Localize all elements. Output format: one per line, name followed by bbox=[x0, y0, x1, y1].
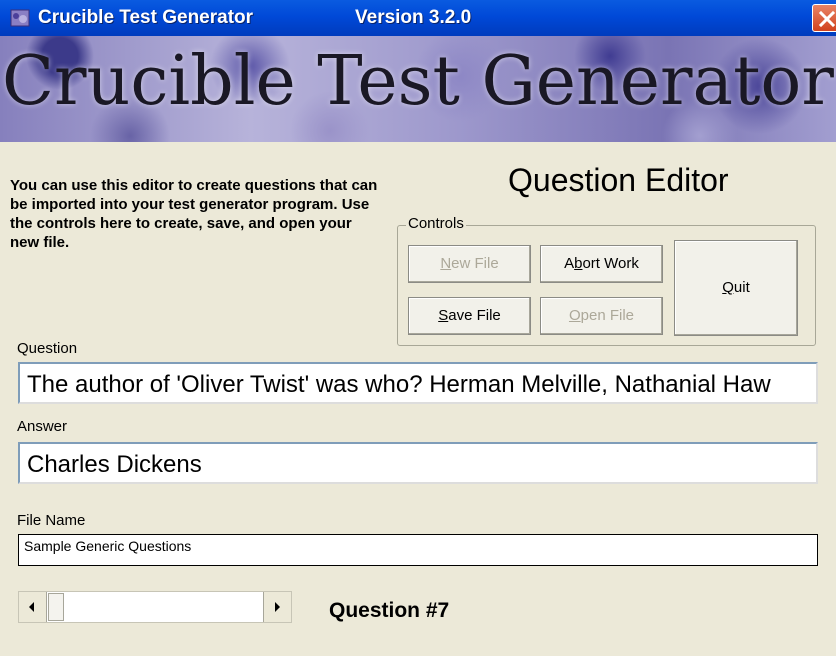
question-scrollbar[interactable] bbox=[18, 591, 292, 623]
quit-button[interactable]: Quit bbox=[674, 240, 798, 336]
arrow-right-icon bbox=[275, 602, 280, 612]
title-bar[interactable]: Crucible Test Generator Version 3.2.0 bbox=[0, 0, 836, 36]
answer-label: Answer bbox=[17, 418, 68, 435]
scroll-right-button[interactable] bbox=[263, 592, 291, 622]
new-file-button[interactable]: New File bbox=[408, 245, 531, 283]
save-file-label: Save File bbox=[438, 307, 501, 324]
page-title: Question Editor bbox=[508, 162, 729, 198]
question-number: Question #7 bbox=[329, 599, 450, 622]
editor-description: You can use this editor to create questi… bbox=[10, 177, 378, 251]
banner-image: Crucible Test Generator bbox=[0, 36, 836, 142]
window-title: Crucible Test Generator bbox=[38, 7, 254, 28]
save-file-button[interactable]: Save File bbox=[408, 297, 531, 335]
scroll-thumb[interactable] bbox=[48, 593, 64, 621]
open-file-button[interactable]: Open File bbox=[540, 297, 663, 335]
banner-title: Crucible Test Generator bbox=[2, 42, 834, 121]
question-label: Question bbox=[17, 340, 78, 357]
app-icon bbox=[10, 9, 30, 27]
answer-field[interactable]: Charles Dickens bbox=[18, 442, 818, 484]
app-window: Crucible Test Generator Version 3.2.0 Cr… bbox=[0, 0, 836, 656]
open-file-label: Open File bbox=[568, 307, 635, 324]
question-field[interactable]: The author of 'Oliver Twist' was who? He… bbox=[18, 362, 818, 404]
file-name-field[interactable]: Sample Generic Questions bbox=[18, 534, 818, 566]
quit-label: Quit bbox=[722, 279, 750, 296]
file-name-value: Sample Generic Questions bbox=[24, 538, 192, 554]
answer-value: Charles Dickens bbox=[27, 451, 202, 478]
close-icon bbox=[818, 10, 836, 28]
window-version: Version 3.2.0 bbox=[355, 7, 472, 28]
controls-group-label: Controls bbox=[406, 215, 466, 232]
file-name-label: File Name bbox=[17, 512, 86, 529]
abort-work-label: Abort Work bbox=[564, 255, 639, 272]
close-button[interactable] bbox=[812, 4, 836, 32]
new-file-label: New File bbox=[440, 255, 499, 272]
arrow-left-icon bbox=[29, 602, 34, 612]
abort-work-button[interactable]: Abort Work bbox=[540, 245, 663, 283]
question-value: The author of 'Oliver Twist' was who? He… bbox=[27, 371, 771, 398]
scroll-left-button[interactable] bbox=[19, 592, 47, 622]
